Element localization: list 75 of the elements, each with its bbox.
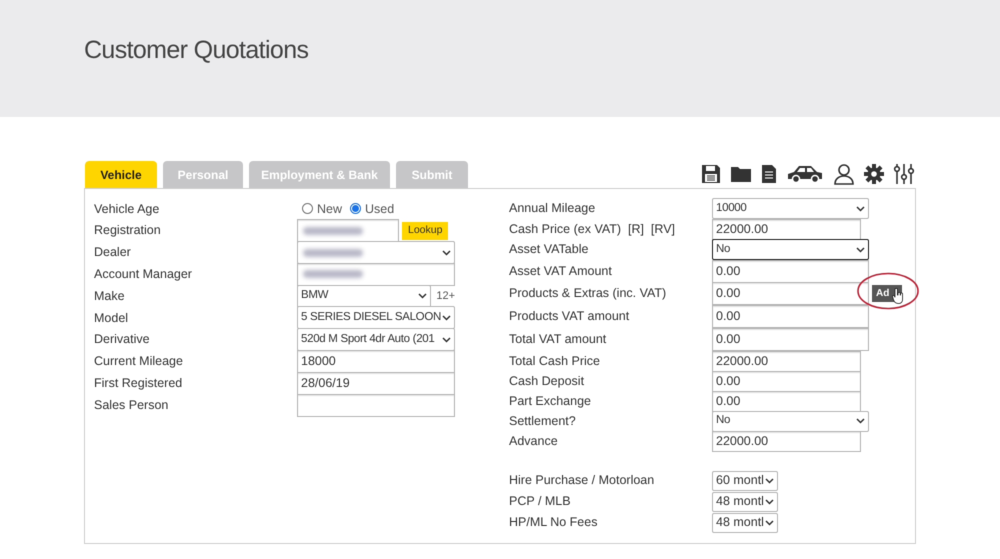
caret-icon bbox=[856, 418, 865, 424]
caret-icon bbox=[765, 520, 774, 526]
caret-icon bbox=[765, 478, 774, 484]
input-field[interactable]: 0.00 bbox=[712, 305, 869, 328]
field-label: HP/ML No Fees bbox=[509, 514, 598, 532]
input-field[interactable] bbox=[297, 218, 399, 243]
input-field[interactable]: 18000 bbox=[297, 350, 455, 373]
input-field[interactable]: 0.00 bbox=[712, 282, 869, 305]
highlight-circle bbox=[856, 272, 920, 310]
field-label: Asset VAT Amount bbox=[509, 262, 613, 280]
field-label: Registration bbox=[94, 222, 162, 240]
age-note: 12+ bbox=[436, 288, 455, 304]
field-label: Products VAT amount bbox=[509, 308, 630, 326]
input-field[interactable]: 0.00 bbox=[712, 370, 861, 392]
dropdown[interactable]: 60 montl bbox=[712, 470, 778, 490]
field-label: Total Cash Price bbox=[509, 352, 602, 370]
folder-icon[interactable] bbox=[730, 165, 752, 183]
field-label: First Registered bbox=[94, 374, 184, 392]
field-label: Asset VATable bbox=[509, 241, 590, 258]
input-field[interactable]: 0.00 bbox=[712, 328, 869, 351]
field-label: Sales Person bbox=[94, 396, 170, 414]
field-label: Dealer bbox=[94, 244, 132, 262]
field-label: Part Exchange bbox=[509, 392, 592, 410]
caret-icon bbox=[418, 293, 428, 300]
input-field[interactable] bbox=[297, 394, 455, 417]
input-field[interactable]: 22000.00 bbox=[712, 430, 861, 452]
caret-icon bbox=[442, 250, 451, 256]
field-label: Account Manager bbox=[94, 266, 193, 283]
field-label: Derivative bbox=[94, 331, 151, 348]
dropdown[interactable]: No bbox=[712, 239, 869, 260]
user-icon[interactable] bbox=[833, 163, 855, 185]
input-field[interactable]: 22000.00 bbox=[712, 350, 861, 372]
dropdown[interactable]: 48 montl bbox=[712, 512, 778, 532]
input-field[interactable]: 0.00 bbox=[712, 390, 861, 412]
dropdown[interactable]: BMW bbox=[297, 284, 432, 308]
settings-icon[interactable] bbox=[864, 164, 884, 184]
radio-label: New bbox=[317, 200, 342, 218]
field-label: Settlement? bbox=[509, 412, 577, 430]
field-label: Vehicle Age bbox=[94, 200, 160, 218]
caret-icon bbox=[856, 246, 865, 252]
field-label: Annual Mileage bbox=[509, 200, 596, 218]
field-label: Make bbox=[94, 288, 126, 305]
input-field[interactable]: 22000.00 bbox=[712, 218, 861, 240]
field-label: Advance bbox=[509, 432, 559, 450]
field-label: Model bbox=[94, 310, 130, 326]
input-field[interactable] bbox=[297, 262, 455, 286]
document-icon[interactable] bbox=[761, 164, 777, 184]
input-field[interactable]: 28/06/19 bbox=[297, 372, 455, 395]
dropdown[interactable]: 5 SERIES DIESEL SALOON bbox=[297, 306, 455, 330]
sliders-icon[interactable] bbox=[893, 163, 915, 185]
radio-button[interactable] bbox=[302, 203, 313, 214]
field-label: Cash Deposit bbox=[509, 372, 586, 390]
caret-icon bbox=[765, 498, 774, 504]
hand-cursor-icon bbox=[892, 288, 904, 304]
input-field[interactable]: 0.00 bbox=[712, 260, 869, 282]
field-label: Products & Extras (inc. VAT) bbox=[509, 285, 668, 302]
tab[interactable]: Vehicle bbox=[85, 161, 157, 188]
caret-icon bbox=[442, 314, 451, 321]
lookup-button[interactable]: Lookup bbox=[402, 222, 448, 240]
dropdown[interactable]: 48 montl bbox=[712, 492, 778, 512]
page-title: Customer Quotations bbox=[84, 35, 310, 66]
dropdown[interactable]: No bbox=[712, 410, 869, 432]
dropdown[interactable]: 520d M Sport 4dr Auto (201 bbox=[297, 328, 455, 352]
field-label: Hire Purchase / Motorloan bbox=[509, 472, 656, 490]
field-label: Total VAT amount bbox=[509, 331, 608, 348]
field-label: PCP / MLB bbox=[509, 493, 572, 510]
caret-icon bbox=[856, 206, 865, 212]
radio-button[interactable] bbox=[350, 203, 362, 214]
car-icon[interactable] bbox=[786, 164, 824, 184]
field-label: Cash Price (ex VAT) [R] [RV] bbox=[509, 220, 676, 238]
field-label: Current Mileage bbox=[94, 353, 184, 370]
save-icon[interactable] bbox=[701, 164, 721, 184]
caret-icon bbox=[442, 336, 451, 343]
radio-label: Used bbox=[365, 200, 394, 218]
dropdown[interactable]: 10000 bbox=[712, 198, 869, 219]
